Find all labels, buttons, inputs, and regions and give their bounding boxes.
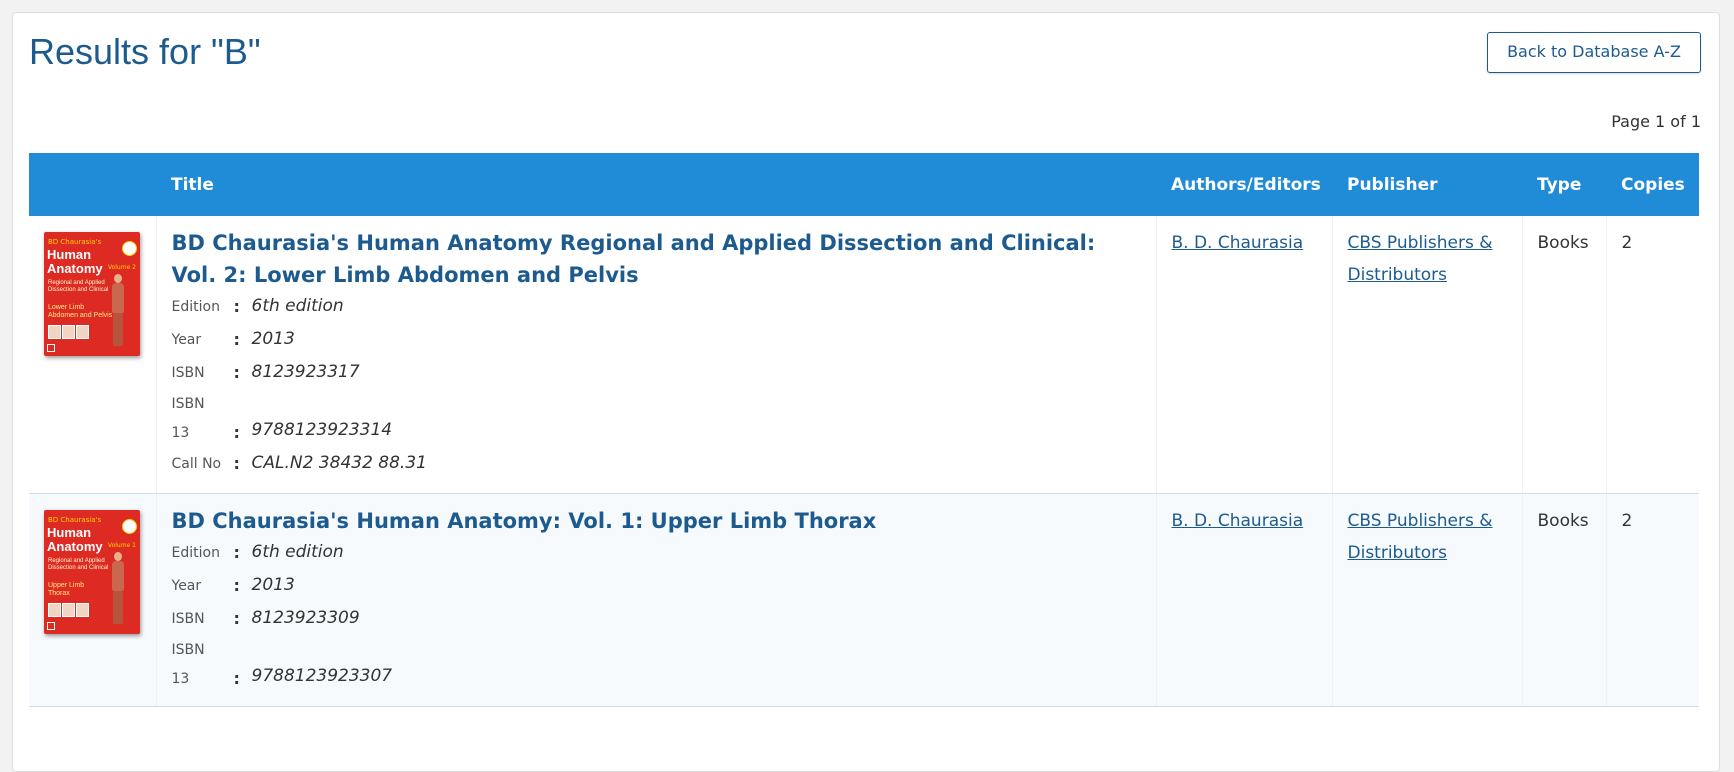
title-cell: BD Chaurasia's Human Anatomy: Vol. 1: Up… xyxy=(155,493,1156,707)
anatomy-figure-icon xyxy=(110,552,126,624)
author-link[interactable]: B. D. Chaurasia xyxy=(1172,227,1304,259)
edition-value: 6th edition xyxy=(251,542,344,562)
cover-part: Upper Limb Thorax xyxy=(48,582,85,597)
callno-label: Call No xyxy=(171,456,222,472)
author-link[interactable]: B. D. Chaurasia xyxy=(1172,505,1304,537)
publisher-cell: CBS Publishers & Distributors xyxy=(1331,216,1522,494)
cover-thumbnails-icon xyxy=(48,602,92,617)
column-header-copies: Copies xyxy=(1606,153,1699,216)
cover-subtitle: Regional and Applied Dissection and Clini… xyxy=(48,280,109,293)
type-value: Books xyxy=(1537,511,1589,531)
table-row: BD Chaurasia's Human Anatomy Volume 2 Reg… xyxy=(29,216,1699,494)
publisher-logo-icon xyxy=(47,344,55,352)
isbn-label: ISBN xyxy=(171,611,205,627)
isbn13-value: 9788123923314 xyxy=(251,420,393,440)
edition-badge-icon xyxy=(122,241,137,256)
cover-volume: Volume 2 xyxy=(107,264,136,271)
isbn-value: 8123923317 xyxy=(251,362,360,382)
copies-value: 2 xyxy=(1621,233,1633,253)
publisher-logo-icon xyxy=(47,622,55,630)
author-cell: B. D. Chaurasia xyxy=(1155,216,1332,494)
book-title-link[interactable]: BD Chaurasia's Human Anatomy: Vol. 1: Up… xyxy=(172,505,1141,537)
cover-volume: Volume 1 xyxy=(107,542,136,549)
cover-author-text: BD Chaurasia's xyxy=(48,238,102,246)
edition-label: Edition xyxy=(171,545,220,561)
publisher-cell: CBS Publishers & Distributors xyxy=(1331,493,1522,707)
type-value: Books xyxy=(1537,233,1589,253)
cover-subtitle: Regional and Applied Dissection and Clini… xyxy=(48,558,109,571)
isbn13-label: ISBN 13 xyxy=(171,642,205,687)
edition-value: 6th edition xyxy=(251,296,344,316)
results-panel: Results for "B" Back to Database A-Z Pag… xyxy=(12,12,1720,772)
cover-part: Lower Limb Abdomen and Pelvis xyxy=(48,304,113,319)
type-cell: Books xyxy=(1521,493,1606,707)
pagination-info: Page 1 of 1 xyxy=(1611,112,1701,131)
anatomy-figure-icon xyxy=(110,274,126,346)
author-cell: B. D. Chaurasia xyxy=(1155,493,1332,707)
publisher-link[interactable]: CBS Publishers & Distributors xyxy=(1348,505,1507,569)
book-title-link[interactable]: BD Chaurasia's Human Anatomy Regional an… xyxy=(172,227,1141,291)
column-header-title: Title xyxy=(156,153,1156,216)
book-cover-image[interactable]: BD Chaurasia's Human Anatomy Volume 2 Reg… xyxy=(44,232,140,356)
year-value: 2013 xyxy=(251,329,295,349)
cover-cell: BD Chaurasia's Human Anatomy Volume 2 Reg… xyxy=(29,216,156,494)
cover-title: Human Anatomy xyxy=(47,525,103,554)
edition-label: Edition xyxy=(171,299,220,315)
cover-title: Human Anatomy xyxy=(47,247,103,276)
back-to-database-button[interactable]: Back to Database A-Z xyxy=(1487,32,1701,73)
type-cell: Books xyxy=(1521,216,1606,494)
copies-cell: 2 xyxy=(1605,216,1699,494)
page-title: Results for "B" xyxy=(29,31,261,72)
callno-value: CAL.N2 38432 88.31 xyxy=(251,453,427,473)
column-header-authors: Authors/Editors xyxy=(1156,153,1332,216)
book-cover-image[interactable]: BD Chaurasia's Human Anatomy Volume 1 Reg… xyxy=(44,510,140,634)
year-label: Year xyxy=(171,578,202,594)
column-header-publisher: Publisher xyxy=(1332,153,1522,216)
title-cell: BD Chaurasia's Human Anatomy Regional an… xyxy=(155,216,1156,494)
year-value: 2013 xyxy=(251,575,295,595)
table-header-row: Title Authors/Editors Publisher Type Cop… xyxy=(29,153,1699,216)
year-label: Year xyxy=(171,332,202,348)
book-metadata: Edition : 6th edition Year : 2013 ISBN :… xyxy=(172,537,1141,694)
cover-thumbnails-icon xyxy=(48,324,92,339)
copies-cell: 2 xyxy=(1605,493,1699,707)
column-header-type: Type xyxy=(1522,153,1606,216)
book-metadata: Edition : 6th edition Year : 2013 ISBN :… xyxy=(172,291,1141,481)
table-row: BD Chaurasia's Human Anatomy Volume 1 Reg… xyxy=(29,493,1699,707)
column-header-cover xyxy=(29,153,156,216)
copies-value: 2 xyxy=(1621,511,1633,531)
isbn-label: ISBN xyxy=(171,365,205,381)
isbn13-label: ISBN 13 xyxy=(171,396,205,441)
cover-author-text: BD Chaurasia's xyxy=(48,516,102,524)
isbn-value: 8123923309 xyxy=(251,608,360,628)
publisher-link[interactable]: CBS Publishers & Distributors xyxy=(1348,227,1507,291)
cover-cell: BD Chaurasia's Human Anatomy Volume 1 Reg… xyxy=(29,493,156,707)
results-table: Title Authors/Editors Publisher Type Cop… xyxy=(29,153,1699,707)
isbn13-value: 9788123923307 xyxy=(251,666,393,686)
edition-badge-icon xyxy=(122,519,137,534)
